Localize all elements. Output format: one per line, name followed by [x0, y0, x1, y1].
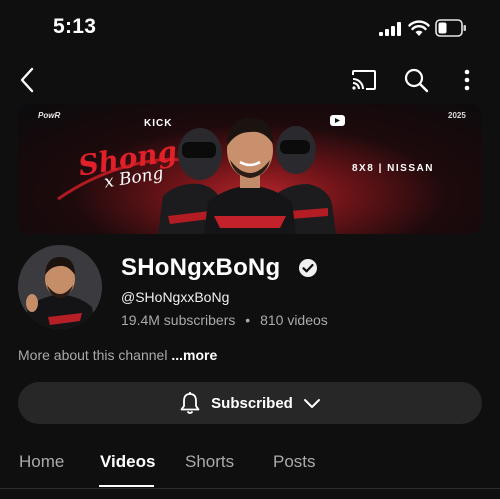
banner-sponsor: 8X8 | NISSAN: [352, 163, 434, 174]
top-nav-bar: [0, 56, 500, 104]
banner-kick-logo: KICK: [144, 118, 173, 129]
channel-avatar[interactable]: [18, 245, 102, 329]
cellular-signal-icon: [379, 22, 401, 36]
banner-year: 2025: [448, 111, 466, 120]
back-arrow-icon: [20, 67, 34, 93]
tab-videos[interactable]: Videos: [100, 452, 155, 472]
cast-button[interactable]: [344, 56, 384, 104]
channel-banner: PowR KICK 2025 Shong x Bong 8X8 | NISSAN: [18, 104, 482, 234]
channel-stats: 19.4M subscribers • 810 videos: [121, 312, 328, 328]
cast-icon: [352, 70, 376, 90]
tab-posts[interactable]: Posts: [273, 452, 316, 472]
subscribed-label: Subscribed: [211, 394, 293, 412]
video-count: 810 videos: [260, 312, 328, 328]
banner-small-logo: PowR: [38, 111, 61, 120]
channel-name: SHoNgxBoNg: [121, 254, 281, 281]
tab-home[interactable]: Home: [19, 452, 64, 472]
stats-separator: •: [245, 312, 251, 328]
search-icon: [404, 68, 429, 93]
chevron-down-icon: [303, 399, 320, 408]
channel-handle: @SHoNgxxBoNg: [121, 289, 230, 305]
status-bar: 5:13: [0, 0, 500, 56]
bell-icon: [180, 392, 200, 414]
status-time: 5:13: [53, 15, 97, 38]
channel-tabs: Home Videos Shorts Posts: [0, 441, 500, 489]
about-more-link[interactable]: ...more: [171, 347, 217, 363]
subscriber-count: 19.4M subscribers: [121, 312, 236, 328]
battery-icon: [435, 19, 466, 37]
verified-check-icon: [299, 259, 317, 277]
more-options-button[interactable]: [447, 56, 487, 104]
active-tab-indicator: [99, 485, 154, 487]
back-button[interactable]: [8, 56, 48, 104]
about-channel-link[interactable]: More about this channel ...more: [18, 347, 217, 363]
avatar-photo: [18, 245, 102, 329]
subscribed-button[interactable]: Subscribed: [18, 382, 482, 424]
tabs-divider: [0, 488, 500, 489]
wifi-icon: [408, 20, 430, 36]
tab-shorts[interactable]: Shorts: [185, 452, 234, 472]
more-vertical-icon: [464, 69, 470, 91]
search-button[interactable]: [396, 56, 436, 104]
about-text: More about this channel: [18, 347, 172, 363]
